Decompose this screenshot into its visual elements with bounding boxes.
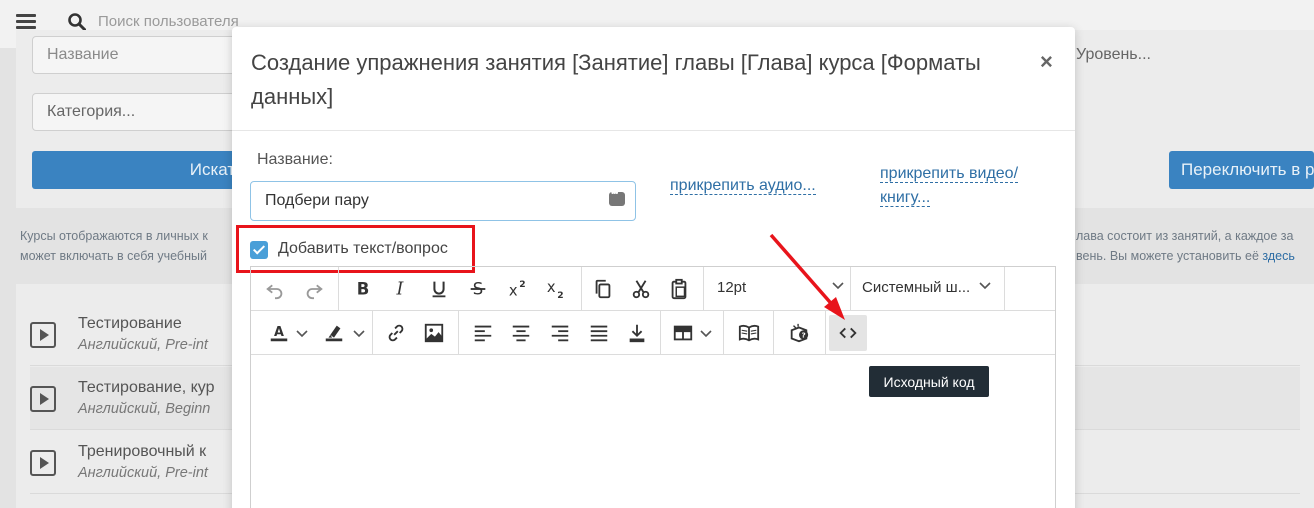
course-title: Тренировочный к [78, 443, 207, 460]
clipboard-group [582, 267, 704, 310]
svg-text:I: I [396, 280, 405, 300]
create-exercise-modal: Создание упражнения занятия [Занятие] гл… [232, 27, 1075, 508]
insert-bottom-icon[interactable] [621, 317, 653, 349]
font-family-select[interactable]: Системный ш... [851, 267, 1005, 310]
search-icon[interactable] [68, 13, 86, 31]
name-input[interactable] [250, 181, 636, 221]
align-left-icon[interactable] [467, 317, 499, 349]
help-group: ? [774, 311, 826, 354]
paste-icon[interactable] [663, 273, 695, 305]
svg-text:2: 2 [519, 279, 525, 290]
search-button[interactable]: Искать [32, 151, 242, 189]
category-filter-select[interactable]: Категория... [32, 93, 242, 131]
info-text-left: Курсы отображаются в личных к может вклю… [20, 229, 208, 263]
autofill-icon[interactable] [609, 188, 625, 206]
font-size-value: 12pt [717, 279, 747, 296]
align-group [459, 311, 661, 354]
toolbar-row-1: B I S x2 x2 12pt Системный ш... [251, 267, 1055, 311]
table-dropdown[interactable] [661, 311, 724, 354]
color-group: A [251, 311, 373, 354]
close-button[interactable]: × [1040, 49, 1053, 75]
svg-text:2: 2 [557, 290, 563, 300]
cut-icon[interactable] [625, 273, 657, 305]
align-justify-icon[interactable] [583, 317, 615, 349]
attach-video-link[interactable]: прикрепить видео/ книгу... [880, 162, 1019, 210]
modal-header: Создание упражнения занятия [Занятие] гл… [232, 27, 1075, 131]
attach-audio-link[interactable]: прикрепить аудио... [670, 174, 816, 198]
bold-icon[interactable]: B [347, 273, 379, 305]
format-group: B I S x2 x2 [339, 267, 582, 310]
font-size-select[interactable]: 12pt [704, 267, 851, 310]
align-right-icon[interactable] [544, 317, 576, 349]
level-filter-select[interactable]: Уровень... [1076, 36, 1314, 74]
insert-group [373, 311, 459, 354]
chevron-down-icon[interactable] [294, 325, 310, 341]
play-icon[interactable] [30, 386, 56, 412]
book-icon[interactable] [733, 317, 765, 349]
course-title: Тестирование [78, 315, 182, 332]
chevron-down-icon [700, 330, 712, 338]
switch-view-button[interactable]: Переключить в р [1169, 151, 1314, 189]
play-icon[interactable] [30, 322, 56, 348]
play-icon[interactable] [30, 450, 56, 476]
history-group [251, 267, 339, 310]
redo-icon[interactable] [298, 273, 330, 305]
name-label: Название: [257, 151, 333, 168]
align-center-icon[interactable] [505, 317, 537, 349]
source-code-tooltip: Исходный код [869, 366, 989, 397]
table-icon [667, 317, 699, 349]
chevron-down-icon[interactable] [351, 325, 367, 341]
superscript-icon[interactable]: x2 [500, 273, 532, 305]
svg-text:A: A [274, 325, 284, 340]
undo-icon[interactable] [259, 273, 291, 305]
info-text-right: лава состоит из занятий, а каждое за вен… [1076, 229, 1295, 263]
font-family-value: Системный ш... [862, 279, 971, 296]
course-subtitle: Английский, Pre-int [78, 465, 208, 481]
svg-text:x: x [547, 279, 556, 296]
modal-title: Создание упражнения занятия [Занятие] гл… [251, 50, 981, 109]
name-filter-input[interactable]: Название [32, 36, 242, 74]
underline-icon[interactable] [423, 273, 455, 305]
course-subtitle: Английский, Pre-int [78, 337, 208, 353]
italic-icon[interactable]: I [384, 273, 416, 305]
info-link[interactable]: здесь [1262, 249, 1294, 263]
book-group [724, 311, 774, 354]
highlight-color-icon[interactable] [316, 317, 352, 349]
course-subtitle: Английский, Beginn [78, 401, 211, 417]
search-input[interactable]: Поиск пользователя [98, 13, 239, 30]
image-icon[interactable] [418, 317, 450, 349]
link-icon[interactable] [380, 317, 412, 349]
chevron-down-icon [832, 282, 844, 290]
svg-text:B: B [357, 280, 370, 299]
copy-icon[interactable] [587, 273, 619, 305]
svg-text:x: x [509, 282, 518, 299]
source-code-icon[interactable] [829, 315, 867, 351]
menu-icon[interactable] [16, 14, 36, 30]
text-color-icon[interactable]: A [259, 317, 299, 349]
strikethrough-icon[interactable]: S [462, 273, 494, 305]
svg-text:?: ? [801, 331, 805, 340]
help-icon[interactable]: ? [783, 317, 815, 349]
toolbar-row-2: A ? [251, 311, 1055, 355]
subscript-icon[interactable]: x2 [538, 273, 570, 305]
chevron-down-icon [979, 282, 991, 290]
source-code-group [826, 311, 868, 354]
course-title: Тестирование, кур [78, 379, 215, 396]
